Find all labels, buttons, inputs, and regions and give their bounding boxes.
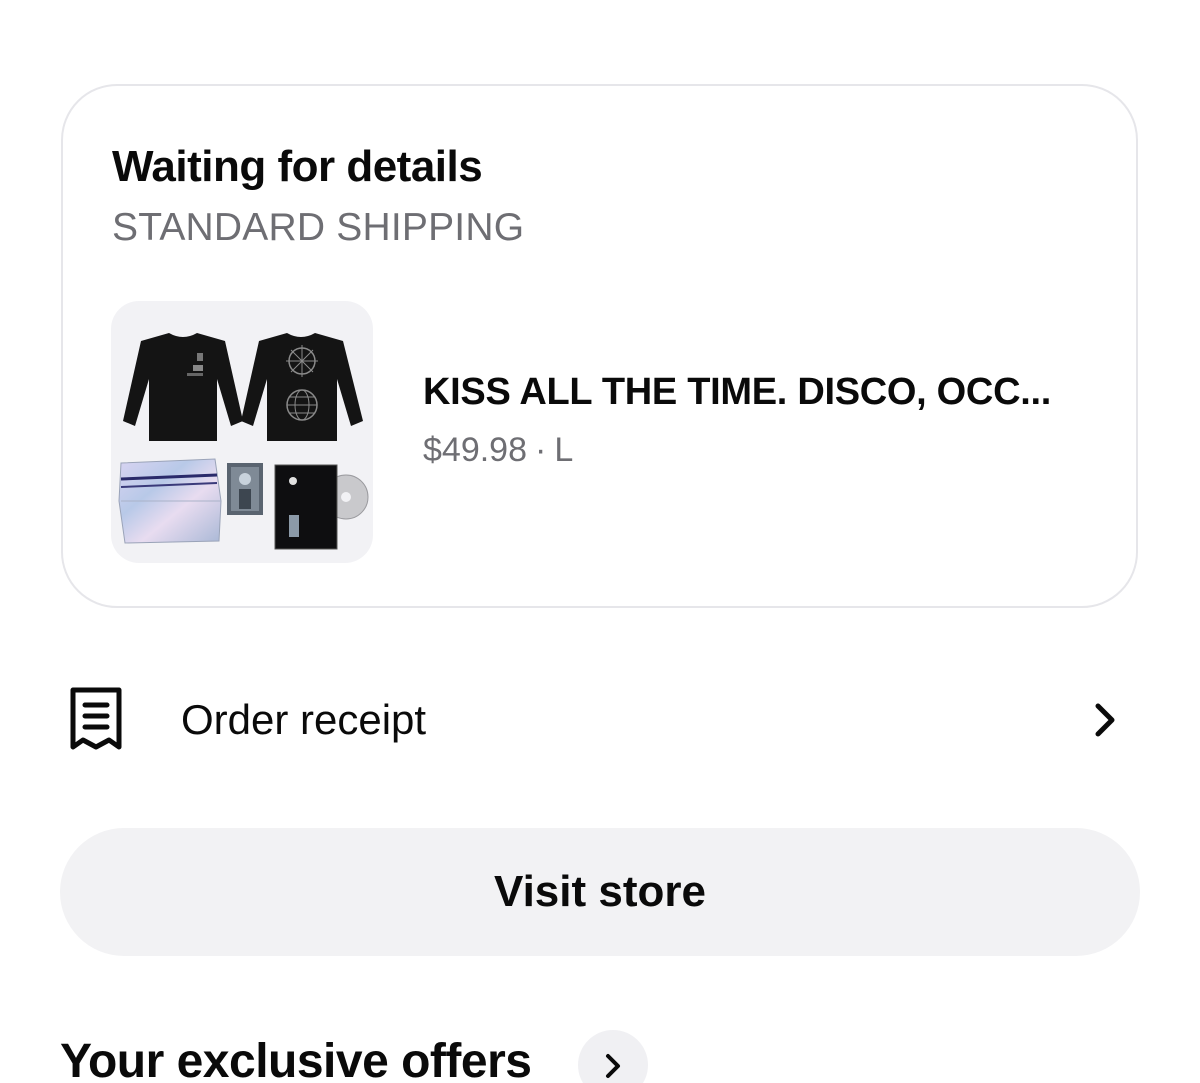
receipt-icon [70,687,122,750]
order-status-card: Waiting for details STANDARD SHIPPING KI… [61,84,1138,608]
photo-card-icon [227,463,263,515]
shirt-front-icon [123,333,243,441]
product-price-size: $49.98 · L [423,431,573,470]
offers-chevron-button[interactable] [578,1030,648,1083]
product-title[interactable]: KISS ALL THE TIME. DISCO, OCC... [423,371,1093,414]
separator-dot: · [535,431,547,469]
product-bundle-image [118,333,369,550]
order-status-title: Waiting for details [112,142,483,191]
shirt-back-icon [241,333,363,441]
holographic-box-icon [118,458,222,544]
chevron-right-icon [1095,703,1115,737]
cd-album-icon [274,464,369,550]
exclusive-offers-heading[interactable]: Your exclusive offers [60,1034,532,1083]
chevron-right-icon [606,1054,620,1078]
visit-store-button[interactable]: Visit store [60,828,1140,956]
product-price: $49.98 [423,431,527,469]
order-receipt-row[interactable]: Order receipt [0,660,1200,780]
product-thumbnail[interactable] [111,301,373,563]
product-size: L [554,431,574,469]
order-receipt-label: Order receipt [181,696,427,743]
shipping-method-label: STANDARD SHIPPING [112,206,525,249]
order-details-page: Waiting for details STANDARD SHIPPING KI… [0,0,1200,1083]
